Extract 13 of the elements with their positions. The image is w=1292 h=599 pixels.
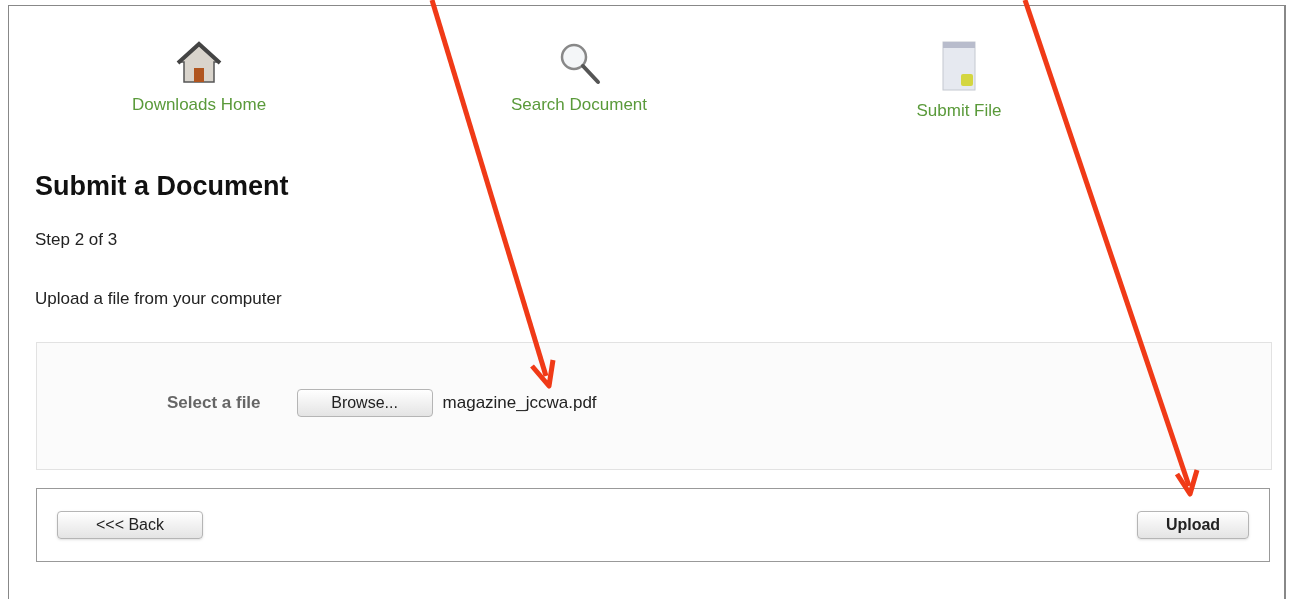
- upload-button[interactable]: Upload: [1137, 510, 1249, 539]
- file-name: magazine_jccwa.pdf: [442, 391, 597, 414]
- step-text: Step 2 of 3: [35, 228, 118, 251]
- instruction-text: Upload a file from your computer: [35, 288, 282, 310]
- field-label: Select a file: [167, 391, 261, 414]
- browse-button[interactable]: Browse...: [296, 388, 433, 417]
- nav-link[interactable]: Downloads Home: [9, 40, 389, 126]
- document-icon: [939, 40, 979, 92]
- nav-link[interactable]: Search Document: [389, 40, 769, 126]
- back-button[interactable]: <<< Back: [57, 510, 203, 539]
- page-title: Submit a Document: [35, 170, 289, 203]
- nav-link[interactable]: Submit File: [769, 40, 1149, 126]
- house-icon: [176, 40, 222, 86]
